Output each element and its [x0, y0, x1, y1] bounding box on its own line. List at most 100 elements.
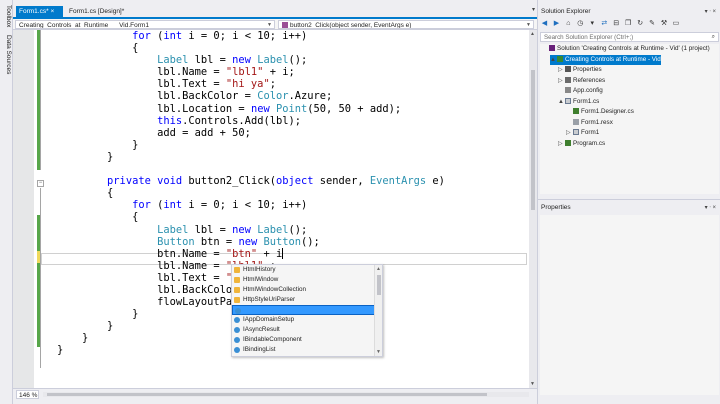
class-combo[interactable]: Creating_Controls_at_Runtime___Vid.Form1… [15, 20, 275, 29]
code-token: (); [301, 235, 320, 248]
code-token: Point [275, 102, 308, 115]
properties-title: Properties [541, 204, 571, 211]
class-icon [234, 267, 240, 273]
pin-icon[interactable]: ᐧ [709, 205, 711, 211]
close-icon[interactable]: × [712, 9, 716, 15]
scroll-up-icon[interactable]: ▲ [376, 266, 381, 272]
back-icon[interactable]: ◀ [540, 19, 549, 28]
resource-file-icon [573, 118, 579, 125]
history-icon[interactable]: ◷ [576, 19, 585, 28]
expand-toggle-icon[interactable]: ▲ [558, 97, 565, 107]
refresh-icon[interactable]: ↻ [636, 19, 645, 28]
completion-item[interactable] [232, 305, 382, 315]
collapse-all-icon[interactable]: ⊟ [612, 19, 621, 28]
code-token: new [232, 223, 251, 236]
collapse-toggle[interactable]: − [37, 180, 44, 187]
code-token: { [57, 42, 139, 55]
completion-item[interactable]: HttpStyleUriParser [232, 295, 382, 305]
code-line: } [57, 151, 445, 163]
scroll-up-icon[interactable]: ▲ [530, 31, 535, 37]
wrench-icon[interactable]: ⚒ [660, 19, 669, 28]
completion-item[interactable]: IBindableComponent [232, 335, 382, 345]
member-combo[interactable]: button2_Click(object sender, EventArgs e… [278, 20, 534, 29]
preview-icon[interactable]: ▭ [671, 19, 680, 28]
expand-toggle-icon[interactable]: ▷ [566, 128, 573, 138]
tree-item[interactable]: App.config [558, 86, 603, 96]
scrollbar-thumb[interactable] [531, 70, 535, 210]
expand-toggle-icon[interactable]: ▷ [558, 76, 565, 86]
code-token: new [250, 102, 270, 115]
code-token: e) [426, 175, 445, 188]
zoom-combo[interactable]: 146 % [16, 390, 39, 399]
completion-item[interactable]: HtmlWindow [232, 275, 382, 285]
tree-item-label: Program.cs [573, 139, 606, 147]
code-line: lbl.Name = "lbl1" + i; [57, 66, 445, 78]
chevron-down-icon[interactable]: ▾ [532, 6, 535, 13]
close-icon[interactable]: × [50, 8, 54, 15]
code-token: "hi ya" [225, 78, 270, 91]
scrollbar-thumb[interactable] [377, 275, 381, 295]
dropdown-icon[interactable]: ▾ [705, 205, 708, 211]
chevron-down-icon[interactable]: ▾ [588, 19, 597, 28]
home-icon[interactable]: ⌂ [564, 19, 573, 28]
dropdown-icon[interactable]: ▾ [705, 9, 708, 15]
code-token: ( [150, 199, 164, 212]
tree-item[interactable]: ▷ References [558, 76, 605, 86]
forward-icon[interactable]: ▶ [552, 19, 561, 28]
show-all-files-icon[interactable]: ❐ [624, 19, 633, 28]
search-icon[interactable]: ⌕ [712, 33, 715, 42]
close-icon[interactable]: × [712, 205, 716, 211]
completion-item[interactable]: HtmlHistory [232, 265, 382, 275]
code-line: Label lbl = new Label(); [57, 224, 445, 236]
tree-item[interactable]: Form1.resx [566, 118, 613, 128]
editor-horizontal-scrollbar[interactable] [43, 392, 529, 397]
code-token: int [163, 199, 183, 212]
code-token: Label [257, 223, 289, 236]
data-sources-tab[interactable]: Data Sources [1, 35, 12, 74]
toolbox-tab[interactable]: Toolbox [1, 5, 12, 27]
code-token: new [238, 235, 258, 248]
scrollbar-thumb[interactable] [47, 393, 487, 396]
code-token: "lbl1" [225, 66, 264, 79]
completion-item[interactable]: HtmlWindowCollection [232, 285, 382, 295]
completion-item[interactable]: IBindingList [232, 345, 382, 355]
tab-form1-cs[interactable]: Form1.cs* × [16, 6, 63, 17]
csharp-project-icon [557, 55, 563, 62]
tree-item[interactable]: ▲ Creating Controls at Runtime - Vid [550, 54, 661, 65]
code-token: (); [288, 54, 308, 67]
tab-form1-design[interactable]: Form1.cs [Design]* [66, 6, 141, 17]
code-token: add = add + 50; [57, 126, 251, 139]
scroll-down-icon[interactable]: ▼ [376, 349, 381, 355]
outline-line [40, 188, 41, 368]
solution-explorer-search[interactable]: Search Solution Explorer (Ctrl+;) ⌕ [540, 32, 719, 42]
completion-list[interactable]: HtmlHistory HtmlWindow HtmlWindowCollectio… [232, 265, 382, 355]
tree-item[interactable]: ▲ Form1.cs [558, 97, 599, 107]
intellisense-popup[interactable]: HtmlHistory HtmlWindow HtmlWindowCollectio… [231, 264, 383, 357]
editor-vertical-scrollbar[interactable]: ▲ ▼ [529, 30, 537, 388]
tree-item[interactable]: ▷ Properties [558, 65, 602, 75]
properties-grid[interactable] [540, 215, 719, 395]
completion-item-label: IBindableComponent [243, 336, 302, 343]
expand-toggle-icon[interactable]: ▷ [558, 139, 565, 149]
completion-scrollbar[interactable]: ▲ ▼ [374, 265, 382, 356]
expand-toggle-icon[interactable]: ▷ [558, 65, 565, 75]
completion-item[interactable]: IAsyncResult [232, 325, 382, 335]
tree-item[interactable]: Form1.Designer.cs [566, 107, 634, 117]
expand-toggle-icon[interactable]: ▲ [550, 55, 557, 65]
code-token: lbl = [188, 54, 233, 67]
tree-item[interactable]: ▷ Program.cs [558, 139, 605, 149]
completion-item-label: HtmlWindow [243, 276, 279, 283]
pin-icon[interactable]: ᐧ [709, 9, 711, 15]
code-token: + i [257, 247, 283, 260]
tree-item[interactable]: Solution 'Creating Controls at Runtime -… [542, 44, 710, 54]
solution-tree[interactable]: Solution 'Creating Controls at Runtime -… [540, 44, 719, 194]
code-token: lbl.Name = [57, 66, 226, 79]
tree-item[interactable]: ▷ Form1 [566, 128, 599, 138]
zoom-value: 146 % [19, 392, 38, 399]
properties-icon[interactable]: ✎ [648, 19, 657, 28]
scroll-down-icon[interactable]: ▼ [530, 381, 535, 387]
sync-icon[interactable]: ⇄ [600, 19, 609, 28]
completion-item[interactable]: IAppDomainSetup [232, 315, 382, 325]
tree-item-label: Form1.resx [581, 118, 613, 126]
